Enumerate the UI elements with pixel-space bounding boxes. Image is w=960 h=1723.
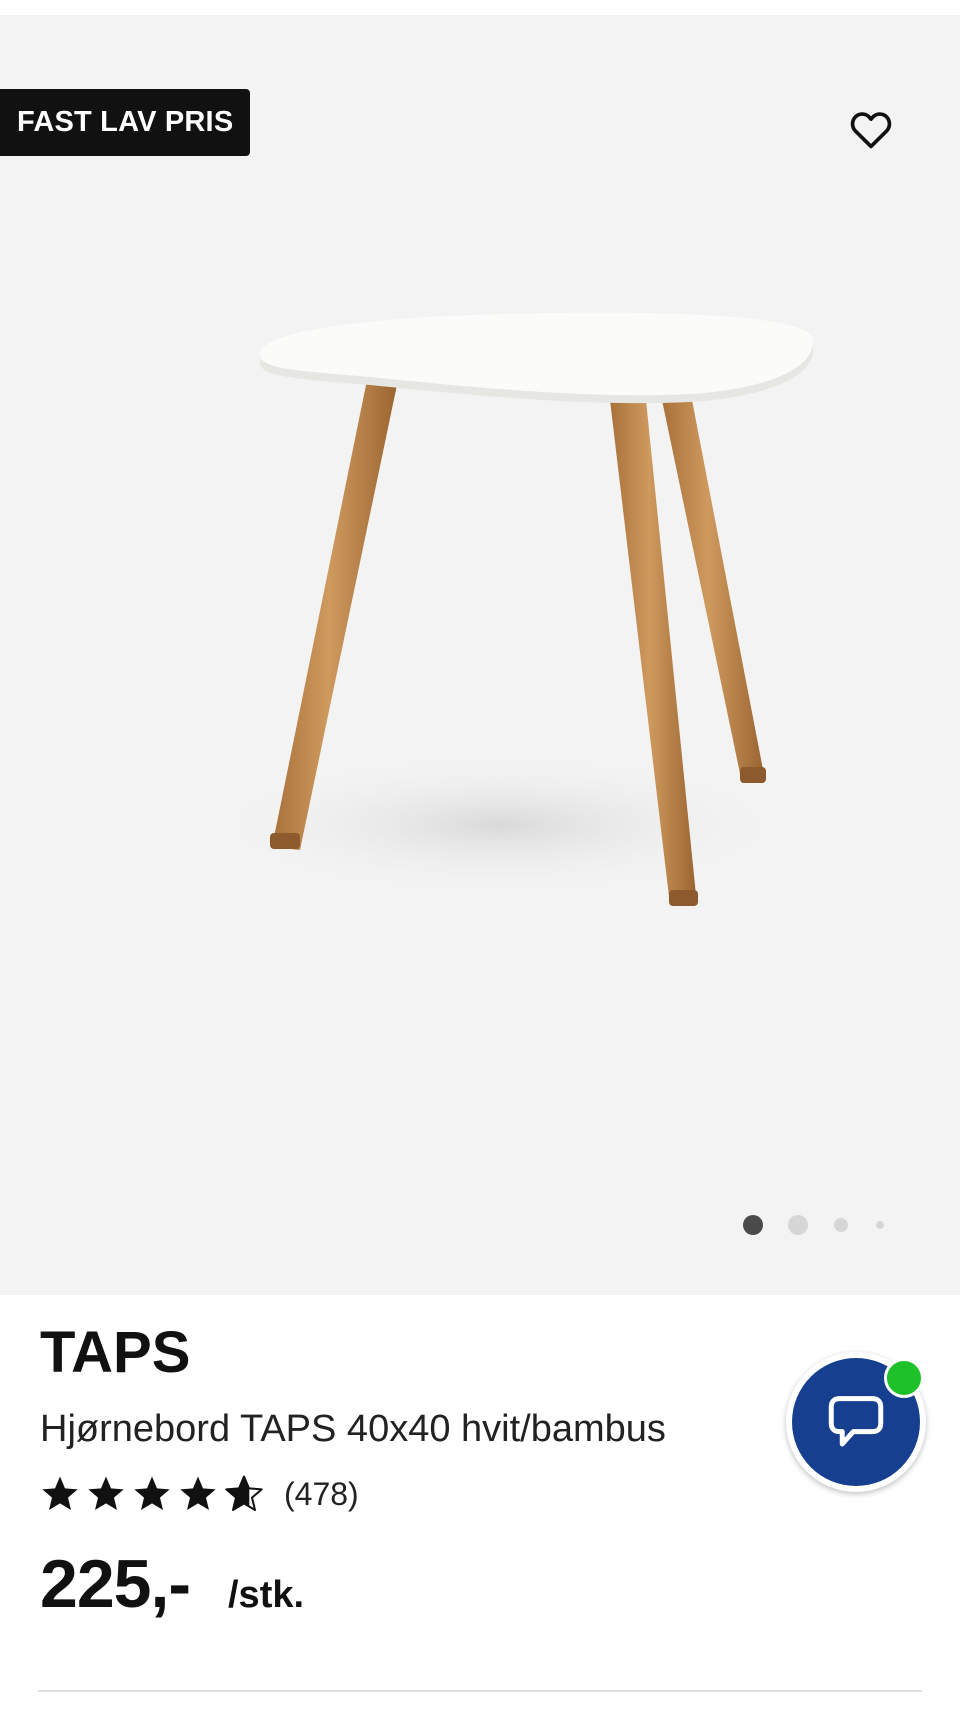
heart-outline-icon — [850, 112, 892, 149]
chat-button[interactable] — [786, 1352, 926, 1492]
product-image-gallery[interactable]: FAST LAV PRIS — [0, 15, 960, 1295]
gallery-pagination — [0, 1210, 960, 1240]
product-photo — [210, 312, 814, 906]
price-unit: /stk. — [228, 1574, 305, 1616]
star-half-icon — [225, 1475, 263, 1511]
product-title: Hjørnebord TAPS 40x40 hvit/bambus — [40, 1408, 666, 1450]
product-brand: TAPS — [40, 1320, 191, 1385]
product-rating[interactable]: (478) — [40, 1470, 359, 1518]
chat-bubble-icon — [828, 1396, 884, 1447]
pagination-dot-2[interactable] — [788, 1215, 808, 1235]
favorite-button[interactable] — [845, 103, 897, 155]
price-row: 225,- /stk. — [40, 1545, 304, 1625]
star-icon — [180, 1476, 216, 1510]
pagination-dot-1[interactable] — [743, 1215, 763, 1235]
pagination-dot-3[interactable] — [834, 1218, 848, 1232]
product-price: 225,- — [40, 1546, 191, 1622]
price-badge: FAST LAV PRIS — [0, 89, 251, 156]
star-icon — [88, 1476, 124, 1510]
review-count: (478) — [284, 1475, 359, 1512]
pagination-dot-4[interactable] — [876, 1221, 884, 1229]
star-icon — [134, 1476, 170, 1510]
divider — [38, 1690, 922, 1692]
star-icon — [42, 1476, 78, 1510]
online-status-indicator — [884, 1358, 924, 1398]
rating-stars — [40, 1474, 270, 1514]
